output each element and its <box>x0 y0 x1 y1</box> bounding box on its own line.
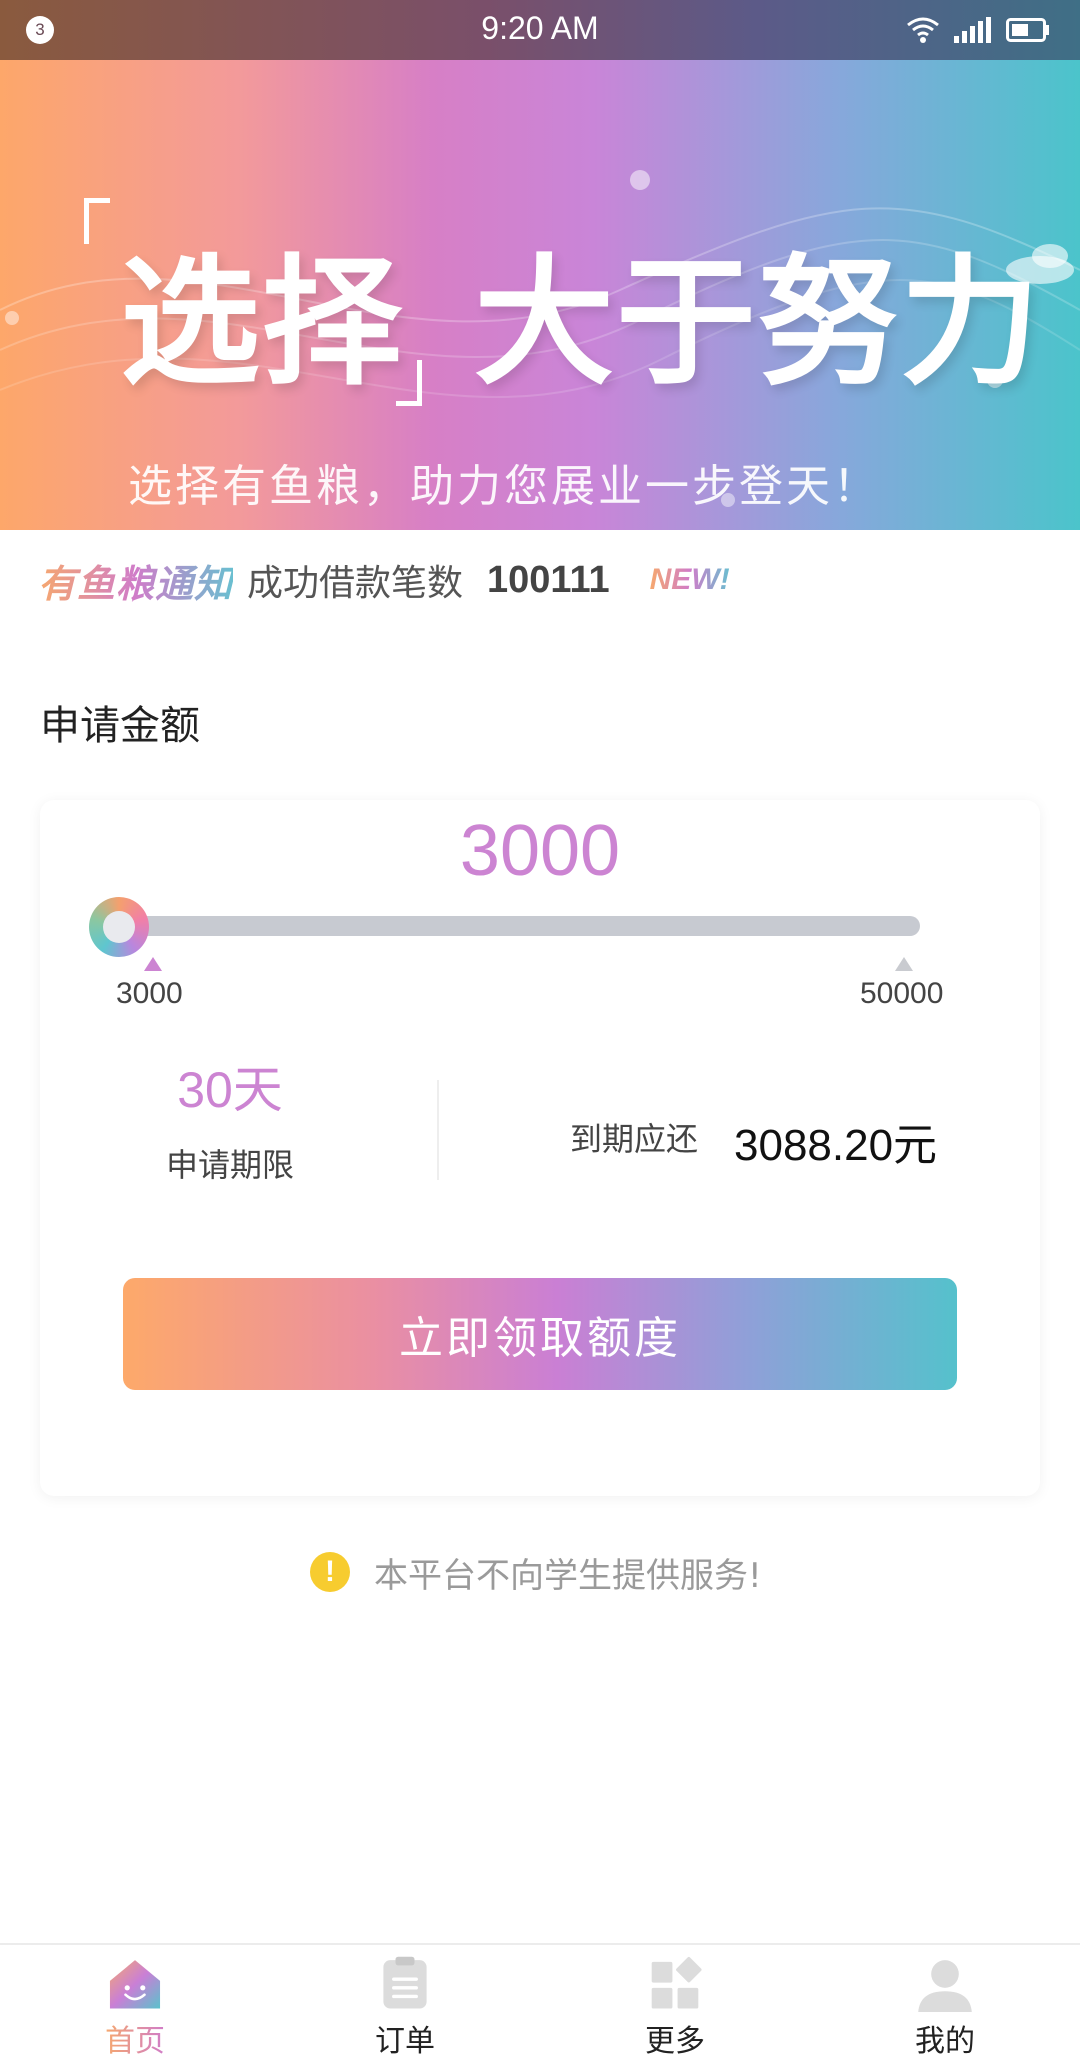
banner-title-part2: 大于努力 <box>474 242 1043 405</box>
status-icons <box>906 14 1050 46</box>
more-icon <box>651 1956 702 2009</box>
nav-home-label: 首页 <box>105 2016 165 2060</box>
amount-slider-track[interactable] <box>120 916 920 936</box>
term-label: 申请期限 <box>165 1146 294 1184</box>
section-title: 申请金额 <box>40 703 200 749</box>
banner-title: 选择 大于努力 <box>120 210 1042 412</box>
loan-card: 3000 3000 50000 30天 申请期限 到期应还 3088.20元 立… <box>40 800 1040 1496</box>
home-icon <box>109 1960 161 2009</box>
slider-max-label: 50000 <box>860 977 944 1010</box>
term-value[interactable]: 30天 <box>40 1050 420 1122</box>
nav-home[interactable]: 首页 <box>0 1945 270 2060</box>
banner-bracket-left <box>84 198 110 244</box>
claim-credit-button[interactable]: 立即领取额度 <box>123 1278 957 1390</box>
nav-profile-label: 我的 <box>915 2024 975 2059</box>
promo-banner[interactable]: 选择 大于努力 选择有鱼粮，助力您展业一步登天！ <box>0 60 1080 530</box>
nav-more-label: 更多 <box>645 2024 705 2059</box>
notice-text: 成功借款笔数 <box>247 563 464 604</box>
orders-icon <box>383 1956 427 2009</box>
card-divider <box>437 1080 439 1180</box>
bottom-nav: 首页 订单 更多 我的 <box>0 1943 1080 2060</box>
profile-icon <box>918 1960 972 2012</box>
notice-brand: 有鱼粮通知 <box>38 553 233 608</box>
banner-title-part1: 选择 <box>120 242 405 405</box>
slider-max-marker <box>895 957 913 971</box>
notice-count: 100111 <box>487 558 610 601</box>
battery-icon <box>1006 18 1049 42</box>
new-badge: NEW! <box>649 563 730 596</box>
due-amount: 3088.20元 <box>734 1121 938 1170</box>
slider-min-label: 3000 <box>116 977 183 1010</box>
warning-icon: ! <box>310 1552 350 1592</box>
nav-profile[interactable]: 我的 <box>810 1945 1080 2060</box>
warning-text: 本平台不向学生提供服务! <box>374 1555 762 1596</box>
notice-bar[interactable]: 有鱼粮通知 成功借款笔数 100111 NEW! <box>38 553 730 608</box>
slider-min-marker <box>144 957 162 971</box>
nav-orders-label: 订单 <box>375 2024 435 2059</box>
signal-icon <box>954 17 991 43</box>
due-label: 到期应还 <box>570 1120 699 1158</box>
banner-subtitle: 选择有鱼粮，助力您展业一步登天！ <box>128 461 880 512</box>
amount-slider-thumb[interactable] <box>89 897 149 957</box>
status-bar: 3 9:20 AM <box>0 0 1080 60</box>
student-warning: ! 本平台不向学生提供服务! <box>310 1550 762 1596</box>
loan-amount: 3000 <box>459 811 621 891</box>
nav-orders[interactable]: 订单 <box>270 1945 540 2060</box>
wifi-icon <box>907 17 939 43</box>
nav-more[interactable]: 更多 <box>540 1945 810 2060</box>
